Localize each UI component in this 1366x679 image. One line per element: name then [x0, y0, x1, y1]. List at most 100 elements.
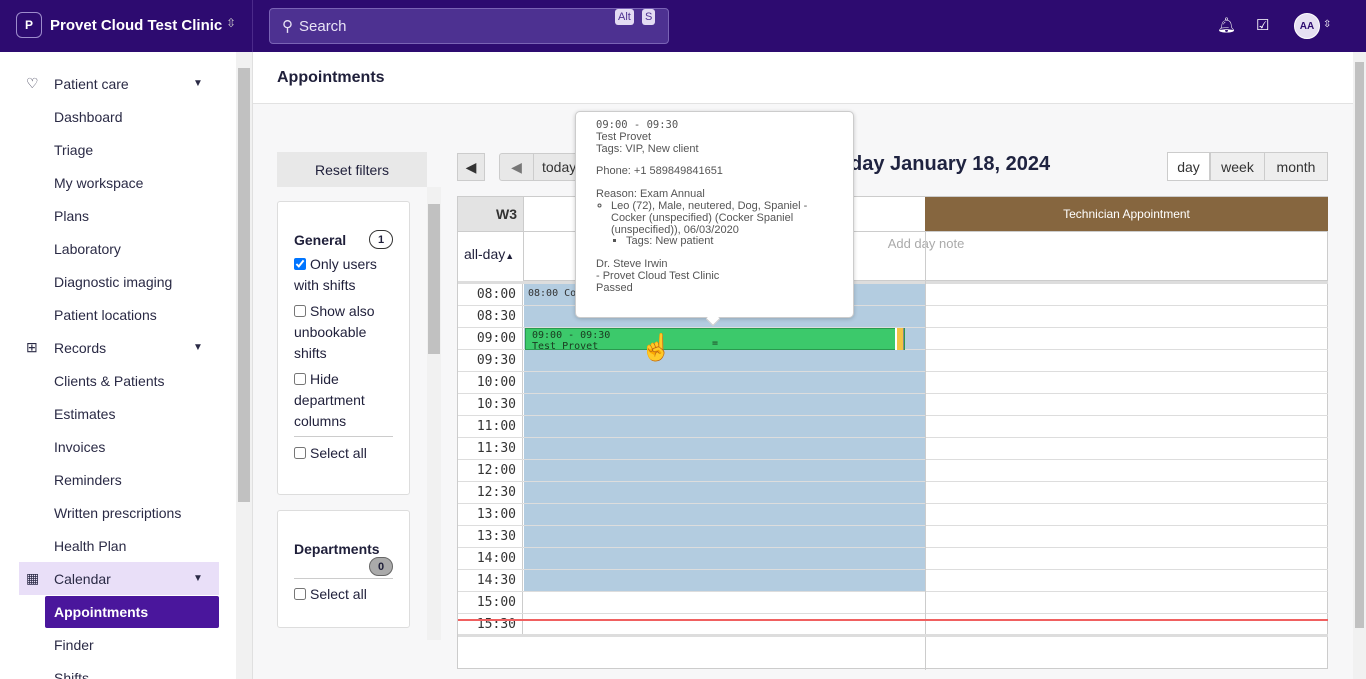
- filters-scroll-thumb[interactable]: [428, 204, 440, 354]
- time-slot-row[interactable]: 13:30: [458, 526, 1328, 548]
- time-slot-row[interactable]: 10:00: [458, 372, 1328, 394]
- caret-down-icon: ▼: [193, 342, 203, 353]
- sidebar-item-dashboard[interactable]: Dashboard: [0, 100, 236, 133]
- time-label: 10:30: [458, 394, 523, 415]
- view-day-button[interactable]: day: [1167, 152, 1210, 181]
- shortcut-key-alt: Alt: [615, 9, 634, 25]
- time-label: 15:30: [458, 614, 523, 635]
- checkbox[interactable]: [294, 258, 306, 270]
- sidebar-item-invoices[interactable]: Invoices: [0, 430, 236, 463]
- sidebar-group-calendar[interactable]: ▦ Calendar ▼: [19, 562, 219, 595]
- sidebar-item-reminders[interactable]: Reminders: [0, 463, 236, 496]
- tooltip-client: Test Provet: [596, 130, 652, 143]
- clinic-logo: P: [16, 12, 42, 38]
- appointment-event[interactable]: 09:00 - 09:30 Test Provet =: [525, 328, 905, 350]
- departments-filter-panel: Departments 0 Select all: [277, 510, 410, 628]
- checkbox[interactable]: [294, 447, 306, 459]
- checkbox[interactable]: [294, 373, 306, 385]
- sidebar-item-plans[interactable]: Plans: [0, 199, 236, 232]
- hand-cursor-icon: ☝: [640, 332, 673, 362]
- sidebar-item-finder[interactable]: Finder: [0, 628, 236, 661]
- avatar[interactable]: AA: [1294, 13, 1320, 39]
- prev-day-button[interactable]: ◀: [499, 153, 534, 181]
- divider: [252, 0, 253, 52]
- tooltip-patient-tags: Tags: New patient: [626, 236, 833, 248]
- time-slot-row[interactable]: 13:00: [458, 504, 1328, 526]
- tooltip-tags: Tags: VIP, New client: [596, 142, 699, 155]
- chevron-up-down-icon[interactable]: ⇳: [1323, 19, 1331, 30]
- time-slot-row[interactable]: 09:30: [458, 350, 1328, 372]
- all-day-toggle[interactable]: all-day▲: [458, 231, 523, 281]
- shortcut-key-s: S: [642, 9, 656, 25]
- sidebar-item-health-plan[interactable]: Health Plan: [0, 529, 236, 562]
- time-slot-row[interactable]: 15:30: [458, 614, 1328, 636]
- tooltip-patient: Leo (72), Male, neutered, Dog, Spaniel -…: [611, 199, 833, 248]
- search-input[interactable]: ⚲ Search: [269, 8, 669, 44]
- calendar-icon: ▦: [26, 570, 40, 586]
- sidebar-group-records[interactable]: ⊞ Records ▼: [0, 331, 236, 364]
- bell-icon[interactable]: 🔔︎: [1217, 16, 1236, 34]
- calendar-title: day January 18, 2024: [850, 153, 1051, 175]
- time-slot-row[interactable]: 10:30: [458, 394, 1328, 416]
- checkbox-label: Select all: [310, 586, 367, 602]
- sidebar-item-laboratory[interactable]: Laboratory: [0, 232, 236, 265]
- time-label: 08:30: [458, 306, 523, 327]
- patient-text: Leo (72), Male, neutered, Dog, Spaniel -…: [611, 199, 808, 236]
- sidebar-item-triage[interactable]: Triage: [0, 133, 236, 166]
- view-week-button[interactable]: week: [1210, 152, 1265, 181]
- chevron-up-down-icon[interactable]: ⇳: [226, 16, 236, 30]
- filter-show-unbookable-shifts[interactable]: Show also unbookable shifts: [294, 301, 393, 364]
- sidebar-item-appointments[interactable]: Appointments: [45, 596, 219, 628]
- drag-handle[interactable]: =: [712, 338, 718, 349]
- page-scroll-thumb[interactable]: [1355, 62, 1364, 628]
- sidebar-item-patient-locations[interactable]: Patient locations: [0, 298, 236, 331]
- heart-pulse-icon: ♡: [26, 75, 39, 91]
- appointment-event[interactable]: 08:00 Co: [528, 288, 576, 299]
- time-label: 12:00: [458, 460, 523, 481]
- time-slot-row[interactable]: 12:00: [458, 460, 1328, 482]
- general-title: General: [294, 231, 347, 248]
- checkbox-label: Select all: [310, 445, 367, 461]
- divider: [458, 634, 1328, 637]
- sidebar-item-written-prescriptions[interactable]: Written prescriptions: [0, 496, 236, 529]
- time-label: 11:00: [458, 416, 523, 437]
- time-slot-row[interactable]: 11:00: [458, 416, 1328, 438]
- general-select-all[interactable]: Select all: [294, 436, 393, 464]
- view-month-button[interactable]: month: [1264, 152, 1328, 181]
- checkbox[interactable]: [294, 305, 306, 317]
- caret-down-icon: ▼: [193, 78, 203, 89]
- sidebar-item-diagnostic-imaging[interactable]: Diagnostic imaging: [0, 265, 236, 298]
- filter-only-users-with-shifts[interactable]: Only users with shifts: [294, 254, 393, 296]
- group-label: Calendar: [54, 570, 111, 587]
- time-slot-row[interactable]: 15:00: [458, 592, 1328, 614]
- time-label: 09:30: [458, 350, 523, 371]
- sidebar-item-estimates[interactable]: Estimates: [0, 397, 236, 430]
- departments-select-all[interactable]: Select all: [294, 584, 393, 605]
- time-slot-row[interactable]: 14:30: [458, 570, 1328, 592]
- clinic-switcher[interactable]: P Provet Cloud Test Clinic: [16, 12, 222, 38]
- time-label: 11:30: [458, 438, 523, 459]
- time-slot-row[interactable]: 11:30: [458, 438, 1328, 460]
- prev-button[interactable]: ◀: [457, 153, 485, 181]
- search-placeholder: Search: [299, 17, 347, 35]
- sidebar-item-shifts[interactable]: Shifts: [0, 661, 236, 679]
- tasks-checkbox-icon[interactable]: ☑: [1256, 16, 1269, 34]
- time-label: 14:00: [458, 548, 523, 569]
- time-label: 15:00: [458, 592, 523, 613]
- checkbox-label: Only users with shifts: [294, 256, 377, 293]
- sidebar-scroll-thumb[interactable]: [238, 68, 250, 502]
- appointment-tooltip: 09:00 - 09:30 Test Provet Tags: VIP, New…: [575, 111, 854, 318]
- reset-filters-button[interactable]: Reset filters: [277, 152, 427, 187]
- folder-plus-icon: ⊞: [26, 339, 38, 355]
- sidebar-group-patient-care[interactable]: ♡ Patient care ▼: [0, 67, 236, 100]
- sidebar-item-my-workspace[interactable]: My workspace: [0, 166, 236, 199]
- sidebar-item-clients-patients[interactable]: Clients & Patients: [0, 364, 236, 397]
- time-label: 12:30: [458, 482, 523, 503]
- sidebar: ♡ Patient care ▼ Dashboard Triage My works…: [0, 52, 236, 679]
- checkbox[interactable]: [294, 588, 306, 600]
- time-slot-row[interactable]: 14:00: [458, 548, 1328, 570]
- filter-hide-department-columns[interactable]: Hide department columns: [294, 369, 393, 432]
- caret-up-icon: ▲: [505, 251, 515, 261]
- tooltip-phone: Phone: +1 589849841651: [596, 165, 723, 178]
- time-slot-row[interactable]: 12:30: [458, 482, 1328, 504]
